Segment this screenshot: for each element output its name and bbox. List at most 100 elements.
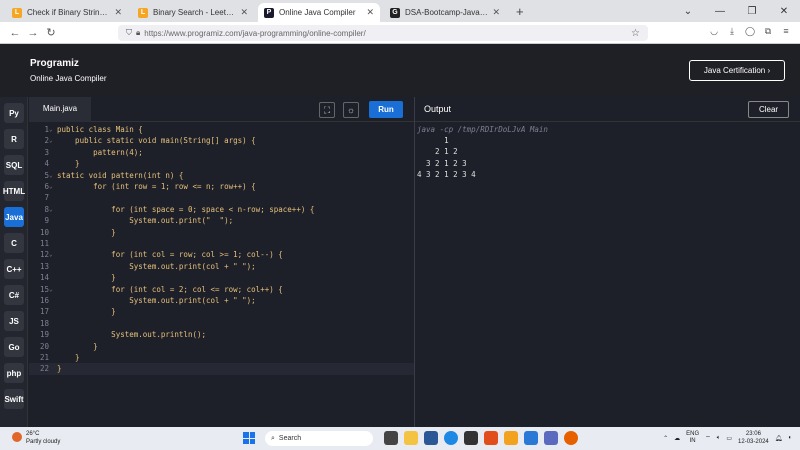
clear-button[interactable]: Clear (748, 101, 789, 118)
code-line[interactable]: 10 } (29, 227, 414, 238)
code-line[interactable]: 9 System.out.print(" "); (29, 215, 414, 226)
pocket-icon[interactable]: ◡ (708, 26, 720, 37)
code-editor[interactable]: 1 ⌄ public class Main {2 ⌄ public static vo… (29, 122, 414, 427)
tab-close-icon[interactable]: ✕ (114, 7, 122, 18)
app-icon[interactable] (544, 431, 558, 445)
firefox-icon[interactable] (564, 431, 578, 445)
windows-taskbar: 26°C Partly cloudy ⌕ Search ⌃ ☁ ENG IN ⌔… (0, 427, 800, 450)
forward-icon[interactable]: → (24, 27, 42, 39)
fold-chevron-icon[interactable]: ⌄ (49, 124, 57, 135)
minimize-button[interactable]: — (704, 6, 736, 17)
browser-tab[interactable]: L Binary Search - LeetCode ✕ (132, 3, 254, 22)
code-line[interactable]: 18 (29, 318, 414, 329)
fullscreen-icon[interactable]: ⛶ (319, 102, 335, 118)
file-tab-main[interactable]: Main.java (29, 97, 91, 122)
windows-start-icon[interactable] (243, 432, 255, 444)
chevron-up-icon[interactable]: ⌃ (663, 435, 668, 442)
maximize-button[interactable]: ❐ (736, 6, 768, 17)
fold-chevron-icon[interactable]: ⌄ (49, 284, 57, 295)
code-line[interactable]: 13 System.out.print(col + " "); (29, 261, 414, 272)
browser-tab[interactable]: L Check if Binary String Has at Mo ✕ (6, 3, 128, 22)
fold-chevron-icon[interactable]: ⌄ (49, 135, 57, 146)
site-logo[interactable]: Programiz (30, 58, 79, 69)
address-bar[interactable]: ⛉ 🔒︎ https://www.programiz.com/java-prog… (118, 25, 648, 41)
code-line[interactable]: 15 ⌄ for (int col = 2; col <= row; col++)… (29, 284, 414, 295)
reload-icon[interactable]: ↻ (42, 26, 60, 39)
line-number: 10 (39, 227, 49, 237)
code-line[interactable]: 21 } (29, 352, 414, 363)
fold-chevron-icon[interactable]: ⌄ (49, 249, 57, 260)
browser-tab[interactable]: P Online Java Compiler ✕ (258, 3, 380, 22)
run-button[interactable]: Run (369, 101, 403, 118)
code-text: public static void main(String[] args) { (57, 136, 256, 146)
code-line[interactable]: 1 ⌄ public class Main { (29, 124, 414, 135)
tab-close-icon[interactable]: ✕ (366, 7, 374, 18)
cloud-icon[interactable]: ☁ (674, 435, 680, 442)
code-line[interactable]: 7 (29, 192, 414, 203)
code-line[interactable]: 3 pattern(4); (29, 147, 414, 158)
code-line[interactable]: 11 (29, 238, 414, 249)
code-text: } (57, 273, 116, 283)
tab-close-icon[interactable]: ✕ (240, 7, 248, 18)
tab-list-icon[interactable]: ⌄ (672, 6, 704, 17)
code-line[interactable]: 6 ⌄ for (int row = 1; row <= n; row++) { (29, 181, 414, 192)
theme-toggle-icon[interactable]: ☼ (343, 102, 359, 118)
code-line[interactable]: 14 } (29, 272, 414, 283)
camera-icon[interactable] (464, 431, 478, 445)
certification-button[interactable]: Java Certification › (689, 60, 785, 81)
menu-icon[interactable]: ≡ (780, 26, 792, 37)
code-line[interactable]: 5 ⌄ static void pattern(int n) { (29, 170, 414, 181)
brave-icon[interactable] (484, 431, 498, 445)
code-line[interactable]: 8 ⌄ for (int space = 0; space < n-row; sp… (29, 204, 414, 215)
download-icon[interactable]: ⤓ (726, 26, 738, 37)
wifi-icon[interactable]: ⌔ (705, 434, 711, 442)
extensions-icon[interactable]: ⧉ (762, 26, 774, 37)
volume-icon[interactable]: 🔈︎ (717, 435, 721, 442)
task-view-icon[interactable] (384, 431, 398, 445)
copilot-icon[interactable]: ◐ (788, 435, 792, 441)
fold-chevron-icon[interactable]: ⌄ (49, 204, 57, 215)
code-line[interactable]: 22} (29, 363, 414, 375)
taskbar-search[interactable]: ⌕ Search (265, 431, 373, 446)
battery-icon[interactable]: ▭ (726, 435, 732, 442)
code-line[interactable]: 20 } (29, 341, 414, 352)
notification-icon[interactable]: 🔔︎ (775, 435, 783, 442)
edge-icon[interactable] (444, 431, 458, 445)
tab-close-icon[interactable]: ✕ (492, 7, 500, 18)
code-line[interactable]: 19 System.out.println(); (29, 329, 414, 340)
code-line[interactable]: 17 } (29, 306, 414, 317)
language-icon-c[interactable]: C (4, 233, 24, 253)
language-icon-html[interactable]: HTML (3, 181, 25, 201)
fold-chevron-icon[interactable]: ⌄ (49, 170, 57, 181)
code-line[interactable]: 4 } (29, 158, 414, 169)
language-icon-c[interactable]: C++ (4, 259, 24, 279)
close-window-button[interactable]: ✕ (768, 6, 800, 17)
lock-icon[interactable]: 🔒︎ (136, 28, 140, 38)
back-icon[interactable]: ← (6, 27, 24, 39)
new-tab-button[interactable]: + (516, 4, 524, 19)
line-number: 9 (44, 216, 49, 226)
fold-chevron-icon[interactable]: ⌄ (49, 181, 57, 192)
language-icon-java[interactable]: Java (4, 207, 24, 227)
folder-icon[interactable] (504, 431, 518, 445)
language-icon-r[interactable]: R (4, 129, 24, 149)
browser-tab[interactable]: G DSA-Bootcamp-Java/lectures/1✕ (384, 3, 506, 22)
code-line[interactable]: 12 ⌄ for (int col = row; col >= 1; col--)… (29, 249, 414, 260)
code-line[interactable]: 16 System.out.print(col + " "); (29, 295, 414, 306)
language-icon-c[interactable]: C# (4, 285, 24, 305)
language-icon-sql[interactable]: SQL (4, 155, 24, 175)
language-icon-go[interactable]: Go (4, 337, 24, 357)
bookmark-star-icon[interactable]: ☆ (631, 28, 640, 39)
account-icon[interactable]: ◯ (744, 26, 756, 37)
language-indicator[interactable]: ENG IN (686, 431, 699, 445)
shield-icon[interactable]: ⛉ (126, 28, 132, 38)
store-icon[interactable] (424, 431, 438, 445)
language-icon-js[interactable]: JS (4, 311, 24, 331)
clock[interactable]: 23:06 12-03-2024 (738, 430, 769, 446)
language-icon-swift[interactable]: Swift (4, 389, 24, 409)
vscode-icon[interactable] (524, 431, 538, 445)
language-icon-py[interactable]: Py (4, 103, 24, 123)
code-line[interactable]: 2 ⌄ public static void main(String[] args… (29, 135, 414, 146)
file-explorer-icon[interactable] (404, 431, 418, 445)
language-icon-php[interactable]: php (4, 363, 24, 383)
